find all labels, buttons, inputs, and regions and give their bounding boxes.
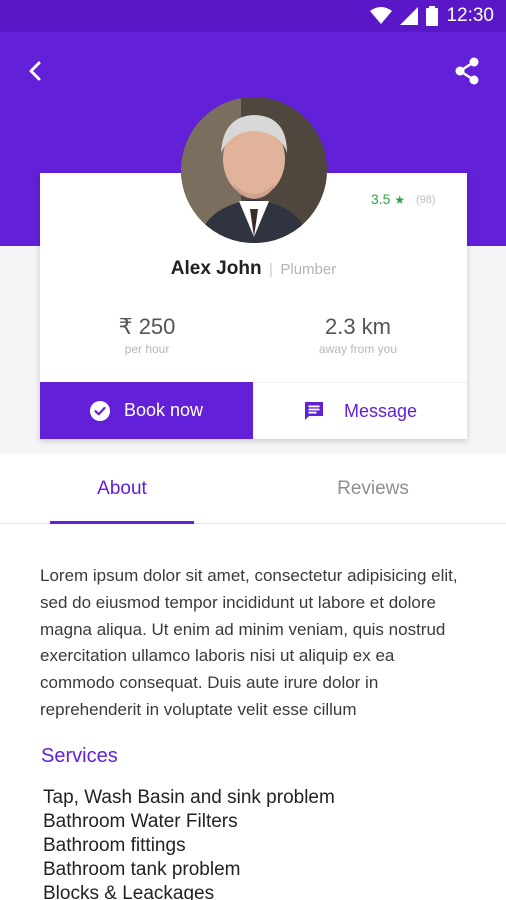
about-text: Lorem ipsum dolor sit amet, consectetur … xyxy=(40,566,458,719)
signal-icon xyxy=(400,7,419,25)
list-item: Tap, Wash Basin and sink problem xyxy=(43,787,335,808)
back-button[interactable] xyxy=(20,56,50,86)
list-item: Blocks & Leackages xyxy=(43,883,215,900)
tab-reviews[interactable]: Reviews xyxy=(300,454,446,524)
services-list: Tap, Wash Basin and sink problem Bathroo… xyxy=(43,786,335,900)
share-icon xyxy=(455,57,479,85)
book-now-button[interactable]: Book now xyxy=(40,382,253,439)
share-button[interactable] xyxy=(452,56,482,86)
message-icon xyxy=(304,402,323,420)
check-circle-icon xyxy=(89,400,110,421)
tab-bar: About Reviews xyxy=(0,454,506,524)
provider-role: Plumber xyxy=(280,261,337,278)
battery-icon xyxy=(426,6,439,26)
status-bar: 12:30 xyxy=(0,0,506,32)
list-item: Bathroom fittings xyxy=(43,835,186,856)
rating-number: 3.5 xyxy=(371,191,391,207)
stat-price-label: per hour xyxy=(124,342,170,356)
services-title: Services xyxy=(41,745,118,767)
stat-price-value: ₹ 250 xyxy=(118,314,176,339)
stat-distance-value: 2.3 km xyxy=(324,314,392,339)
rating-value: 3.5 ★ xyxy=(371,191,405,207)
stat-distance: 2.3 km away from you xyxy=(268,314,448,356)
book-now-label: Book now xyxy=(123,400,204,420)
name-separator: | xyxy=(269,261,273,278)
star-icon: ★ xyxy=(394,193,406,207)
list-item: Bathroom tank problem xyxy=(43,859,241,880)
status-time: 12:30 xyxy=(446,5,494,26)
tab-about[interactable]: About xyxy=(50,454,194,524)
stat-distance-label: away from you xyxy=(318,342,398,356)
wifi-icon xyxy=(370,7,393,24)
active-tab-indicator xyxy=(50,521,194,524)
back-arrow-icon xyxy=(29,61,41,81)
avatar xyxy=(181,97,327,243)
message-label: Message xyxy=(343,400,418,421)
name-line: Alex John | Plumber xyxy=(40,258,467,280)
message-button[interactable]: Message xyxy=(254,382,467,439)
status-icons: 12:30 xyxy=(370,0,494,32)
stat-price: ₹ 250 per hour xyxy=(57,314,237,356)
provider-name: Alex John xyxy=(170,258,262,279)
list-item: Bathroom Water Filters xyxy=(43,811,238,832)
rating-count: (98) xyxy=(416,194,436,206)
